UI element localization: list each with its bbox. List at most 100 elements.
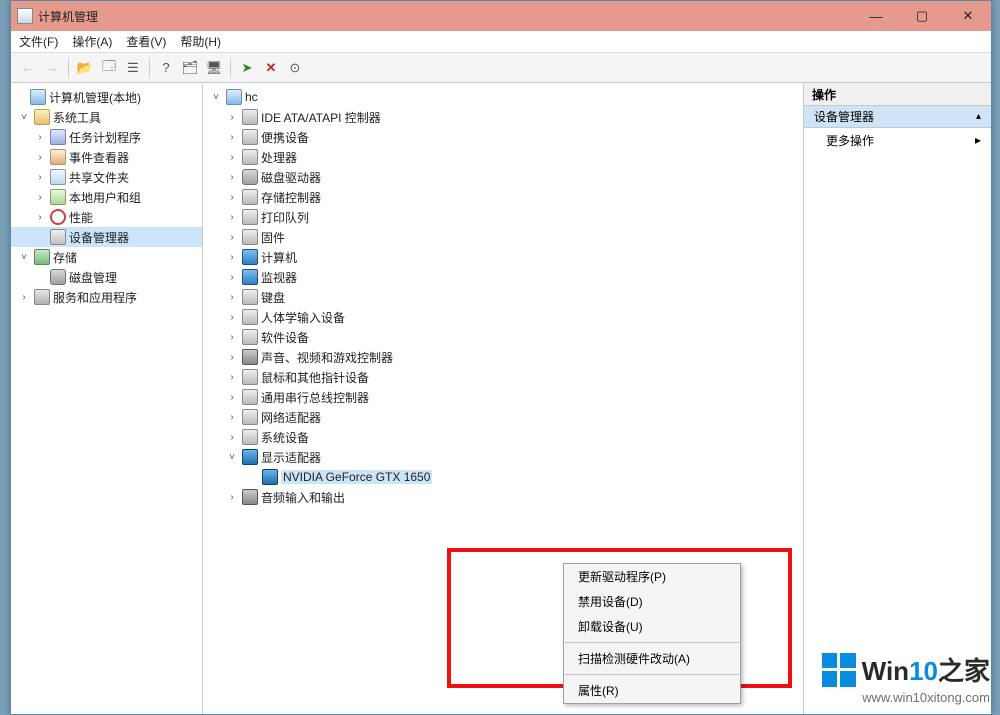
content-body: ▸ 计算机管理(本地) ˅ 系统工具 › 任务计划程序 › 事件查看器 › 共享… (11, 83, 991, 714)
device-firmware[interactable]: ›固件 (203, 227, 803, 247)
tree-event-viewer[interactable]: › 事件查看器 (11, 147, 202, 167)
window-title: 计算机管理 (38, 8, 98, 25)
gpu-icon (262, 469, 278, 485)
device-display[interactable]: ˅显示适配器 (203, 447, 803, 467)
scan-button[interactable]: ⊙ (284, 57, 306, 79)
menu-bar: 文件(F) 操作(A) 查看(V) 帮助(H) (11, 31, 991, 53)
ctx-uninstall-device[interactable]: 卸载设备(U) (564, 614, 740, 639)
usb-icon (242, 389, 258, 405)
software-icon (242, 329, 258, 345)
device-print-queue[interactable]: ›打印队列 (203, 207, 803, 227)
task-icon (50, 129, 66, 145)
context-menu: 更新驱动程序(P) 禁用设备(D) 卸载设备(U) 扫描检测硬件改动(A) 属性… (563, 563, 741, 704)
printer-icon (242, 209, 258, 225)
device-root[interactable]: ˅ hc (203, 87, 803, 107)
device-software[interactable]: ›软件设备 (203, 327, 803, 347)
device-ide[interactable]: ›IDE ATA/ATAPI 控制器 (203, 107, 803, 127)
disk-drive-icon (242, 169, 258, 185)
system-icon (242, 429, 258, 445)
ctx-separator (565, 642, 739, 643)
actions-header: 操作 (804, 83, 991, 106)
device-usb[interactable]: ›通用串行总线控制器 (203, 387, 803, 407)
close-button[interactable]: ✕ (945, 1, 991, 31)
users-icon (50, 189, 66, 205)
actions-more[interactable]: 更多操作 ▸ (804, 128, 991, 152)
computer-icon (226, 89, 242, 105)
sound-icon (242, 349, 258, 365)
update-button[interactable]: ➤ (236, 57, 258, 79)
monitor-icon (242, 269, 258, 285)
menu-help[interactable]: 帮助(H) (180, 33, 221, 50)
device-disk-drives[interactable]: ›磁盘驱动器 (203, 167, 803, 187)
device-storage-ctrl[interactable]: ›存储控制器 (203, 187, 803, 207)
keyboard-icon (242, 289, 258, 305)
toolbar: ← → 📂 🗔 ☰ ? 🗂 🖥 ➤ ✕ ⊙ (11, 53, 991, 83)
title-bar[interactable]: 计算机管理 — ▢ ✕ (11, 1, 991, 31)
device-monitor[interactable]: ›监视器 (203, 267, 803, 287)
computer-cat-icon (242, 249, 258, 265)
ctx-properties[interactable]: 属性(R) (564, 678, 740, 703)
ctx-disable-device[interactable]: 禁用设备(D) (564, 589, 740, 614)
tools-icon (34, 109, 50, 125)
tree-shared-folders[interactable]: › 共享文件夹 (11, 167, 202, 187)
device-keyboard[interactable]: ›键盘 (203, 287, 803, 307)
details-button[interactable]: ☰ (122, 57, 144, 79)
device-portable[interactable]: ›便携设备 (203, 127, 803, 147)
services-icon (34, 289, 50, 305)
ctx-update-driver[interactable]: 更新驱动程序(P) (564, 564, 740, 589)
hid-icon (242, 309, 258, 325)
menu-view[interactable]: 查看(V) (126, 33, 166, 50)
tree-disk-mgmt[interactable]: › 磁盘管理 (11, 267, 202, 287)
remove-button[interactable]: ✕ (260, 57, 282, 79)
devmgr-icon (50, 229, 66, 245)
actions-band[interactable]: 设备管理器 ▴ (804, 106, 991, 128)
properties-button[interactable]: 🗂 (179, 57, 201, 79)
cpu-icon (242, 149, 258, 165)
device-sound[interactable]: ›声音、视频和游戏控制器 (203, 347, 803, 367)
actions-pane: 操作 设备管理器 ▴ 更多操作 ▸ (804, 83, 991, 714)
device-hid[interactable]: ›人体学输入设备 (203, 307, 803, 327)
device-system[interactable]: ›系统设备 (203, 427, 803, 447)
nav-back-button: ← (17, 57, 39, 79)
tree-performance[interactable]: › 性能 (11, 207, 202, 227)
ctx-separator (565, 674, 739, 675)
maximize-button[interactable]: ▢ (899, 1, 945, 31)
network-icon (242, 409, 258, 425)
storage-ctrl-icon (242, 189, 258, 205)
device-cpu[interactable]: ›处理器 (203, 147, 803, 167)
computer-icon (30, 89, 46, 105)
ctx-scan-hardware[interactable]: 扫描检测硬件改动(A) (564, 646, 740, 671)
device-computer[interactable]: ›计算机 (203, 247, 803, 267)
mouse-icon (242, 369, 258, 385)
console-tree[interactable]: ▸ 计算机管理(本地) ˅ 系统工具 › 任务计划程序 › 事件查看器 › 共享… (11, 83, 203, 714)
up-button[interactable]: 📂 (74, 57, 96, 79)
tree-services-apps[interactable]: › 服务和应用程序 (11, 287, 202, 307)
minimize-button[interactable]: — (853, 1, 899, 31)
device-network[interactable]: ›网络适配器 (203, 407, 803, 427)
device-display-item[interactable]: NVIDIA GeForce GTX 1650 (203, 467, 803, 487)
tree-system-tools[interactable]: ˅ 系统工具 (11, 107, 202, 127)
show-hide-tree-button[interactable]: 🗔 (98, 57, 120, 79)
tree-task-scheduler[interactable]: › 任务计划程序 (11, 127, 202, 147)
perf-icon (50, 209, 66, 225)
menu-action[interactable]: 操作(A) (72, 33, 112, 50)
computers-button[interactable]: 🖥 (203, 57, 225, 79)
chevron-right-icon: ▸ (975, 133, 981, 147)
app-icon (17, 8, 33, 24)
tree-storage[interactable]: ˅ 存储 (11, 247, 202, 267)
computer-management-window: 计算机管理 — ▢ ✕ 文件(F) 操作(A) 查看(V) 帮助(H) ← → … (10, 0, 992, 715)
device-mouse[interactable]: ›鼠标和其他指针设备 (203, 367, 803, 387)
portable-icon (242, 129, 258, 145)
device-manager-view[interactable]: ˅ hc ›IDE ATA/ATAPI 控制器 ›便携设备 ›处理器 ›磁盘驱动… (203, 83, 804, 714)
storage-icon (34, 249, 50, 265)
help-button[interactable]: ? (155, 57, 177, 79)
tree-root[interactable]: ▸ 计算机管理(本地) (11, 87, 202, 107)
audio-io-icon (242, 489, 258, 505)
share-icon (50, 169, 66, 185)
display-icon (242, 449, 258, 465)
menu-file[interactable]: 文件(F) (19, 33, 58, 50)
device-audio-io[interactable]: ›音频输入和输出 (203, 487, 803, 507)
tree-local-users[interactable]: › 本地用户和组 (11, 187, 202, 207)
collapse-icon[interactable]: ▴ (976, 111, 981, 122)
tree-device-manager[interactable]: › 设备管理器 (11, 227, 202, 247)
